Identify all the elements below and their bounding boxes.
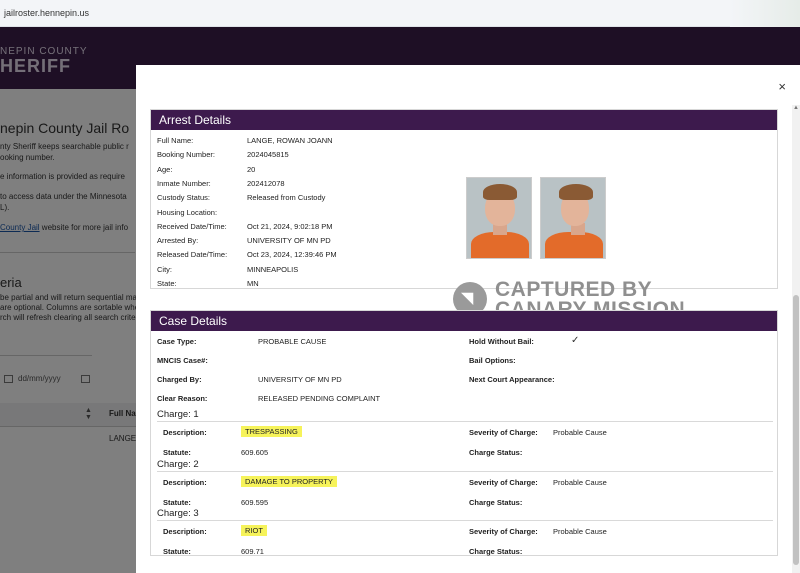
charge-description-text: RIOT [241, 525, 267, 536]
charge-statute: 609.595 [241, 497, 269, 507]
field-label: Arrested By: [157, 236, 199, 246]
case-details-title: Case Details [151, 311, 777, 331]
arrest-details-section: Arrest Details Full Name: LANGE, ROWAN JO… [150, 109, 778, 321]
browser-address-bar[interactable]: jailroster.hennepin.us [0, 0, 800, 27]
field-label: Released Date/Time: [157, 250, 228, 260]
charge-box: Description: DAMAGE TO PROPERTY Statute: 60… [157, 470, 773, 515]
arrest-details-title: Arrest Details [151, 110, 777, 130]
charge-severity: Probable Cause [553, 527, 607, 536]
statute-label: Statute: [163, 547, 191, 556]
case-details-section: Case Details Case Type: PROBABLE CAUSE MNC… [150, 310, 778, 556]
field-label: City: [157, 264, 172, 274]
field-label: Housing Location: [157, 207, 218, 217]
field-value: Released from Custody [247, 193, 326, 203]
field-label: Booking Number: [157, 150, 215, 160]
field-value: 202412078 [247, 178, 285, 188]
modal-scrollbar[interactable]: ▲ [792, 105, 800, 573]
hold-without-bail-check: ✓ [571, 335, 580, 346]
case-field-label: Hold Without Bail: [469, 337, 534, 346]
mugshot-hair [483, 184, 517, 200]
charge-description: DAMAGE TO PROPERTY [241, 475, 337, 487]
field-label: State: [157, 279, 177, 288]
scroll-thumb[interactable] [793, 295, 799, 565]
field-label: Inmate Number: [157, 178, 211, 188]
bird-icon: ◥ [461, 290, 474, 307]
mugshot-front [466, 177, 532, 259]
mugshot-shirt [545, 232, 603, 258]
field-value: 20 [247, 164, 256, 174]
field-label: Age: [157, 164, 173, 174]
case-field-label: Next Court Appearance: [469, 375, 555, 384]
case-field-label: Case Type: [157, 337, 197, 346]
charge-box: Description: TRESPASSING Statute: 609.605 Se… [157, 421, 773, 465]
severity-label: Severity of Charge: [469, 428, 538, 437]
statute-label: Statute: [163, 497, 191, 507]
field-value: UNIVERSITY OF MN PD [247, 236, 331, 246]
field-value: Oct 21, 2024, 9:02:18 PM [247, 221, 333, 231]
charge-title: Charge: 1 [157, 409, 199, 420]
description-label: Description: [163, 428, 207, 437]
charge-title: Charge: 2 [157, 458, 199, 470]
charge-severity: Probable Cause [553, 477, 607, 487]
charge-status-label: Charge Status: [469, 497, 523, 507]
scroll-up-icon[interactable]: ▲ [793, 105, 799, 111]
charge-description: TRESPASSING [241, 426, 302, 437]
charge-box: Description: RIOT Statute: 609.71 Severity o… [157, 520, 773, 564]
charge-severity: Probable Cause [553, 428, 607, 437]
description-label: Description: [163, 477, 207, 487]
case-field-value: RELEASED PENDING COMPLAINT [258, 394, 381, 403]
case-field-label: MNCIS Case#: [157, 356, 208, 365]
mugshot-shirt [471, 232, 529, 258]
mugshot-profile [540, 177, 606, 259]
field-value: MN [247, 279, 259, 288]
charge-statute: 609.71 [241, 547, 264, 556]
charge-status-label: Charge Status: [469, 547, 523, 556]
charge-description: RIOT [241, 525, 267, 536]
url-text[interactable]: jailroster.hennepin.us [4, 8, 89, 18]
inmate-details-modal: × ▲ Arrest Details Full Name: LANGE, ROWA… [136, 65, 800, 573]
charge-title: Charge: 3 [157, 508, 199, 519]
toolbar-shade [730, 0, 800, 27]
field-value: Oct 23, 2024, 12:39:46 PM [247, 250, 337, 260]
case-field-value: PROBABLE CAUSE [258, 337, 327, 346]
field-label: Received Date/Time: [157, 221, 227, 231]
charge-statute: 609.605 [241, 448, 269, 457]
case-field-value: UNIVERSITY OF MN PD [258, 375, 342, 384]
charge-status-label: Charge Status: [469, 448, 523, 457]
severity-label: Severity of Charge: [469, 477, 538, 487]
mugshot-hair [559, 184, 593, 200]
severity-label: Severity of Charge: [469, 527, 538, 536]
description-label: Description: [163, 527, 207, 536]
field-value: LANGE, ROWAN JOANN [247, 136, 333, 145]
charge-description-text: TRESPASSING [241, 426, 302, 437]
field-label: Custody Status: [157, 193, 210, 203]
close-button[interactable]: × [778, 79, 786, 94]
statute-label: Statute: [163, 448, 191, 457]
charge-description-text: DAMAGE TO PROPERTY [241, 475, 337, 487]
case-field-label: Bail Options: [469, 356, 516, 365]
case-field-label: Clear Reason: [157, 394, 208, 403]
field-value: 2024045815 [247, 150, 289, 160]
field-value: MINNEAPOLIS [247, 264, 299, 274]
field-label: Full Name: [157, 136, 194, 145]
case-field-label: Charged By: [157, 375, 202, 384]
